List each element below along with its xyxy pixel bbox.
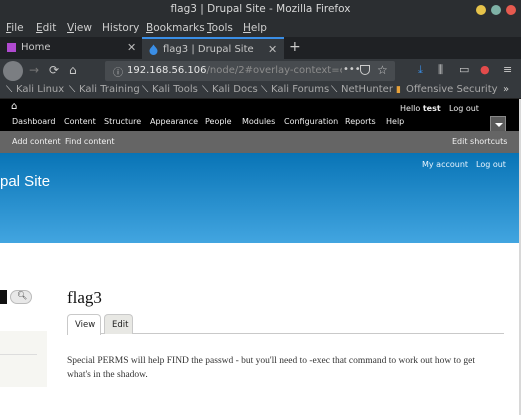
local-tabs: View Edit xyxy=(67,314,504,335)
bookmark-star-icon[interactable]: ☆ xyxy=(377,63,388,77)
tab-label: flag3 | Drupal Site xyxy=(163,44,254,55)
bookmark-kali-training[interactable]: ⟍ Kali Training xyxy=(69,84,140,95)
minimize-button[interactable] xyxy=(476,5,486,15)
forward-icon[interactable]: → xyxy=(29,63,39,77)
search-icon: 🔍︎ xyxy=(17,291,28,300)
bookmark-kali-linux[interactable]: ⟍ Kali Linux xyxy=(6,84,64,95)
add-content-link[interactable]: Add content xyxy=(12,137,61,146)
menu-appearance[interactable]: Appearance xyxy=(150,117,198,126)
reload-icon[interactable]: ⟳ xyxy=(49,63,59,77)
tab-label: Home xyxy=(21,42,51,53)
kali-dragon-icon: ⟍ xyxy=(331,85,338,95)
header-logout-link[interactable]: Log out xyxy=(476,160,506,169)
more-bookmarks-icon[interactable]: » xyxy=(503,84,509,95)
offsec-icon: ▮ xyxy=(396,85,401,95)
kali-dragon-icon: ⟍ xyxy=(142,85,149,95)
bookmark-nethunter[interactable]: ⟍ NetHunter xyxy=(331,84,393,95)
site-name[interactable]: pal Site xyxy=(0,173,50,190)
kali-dragon-icon: ⟍ xyxy=(69,85,76,95)
bookmark-kali-forums[interactable]: ⟍ Kali Forums xyxy=(261,84,329,95)
window-titlebar: flag3 | Drupal Site - Mozilla Firefox xyxy=(0,0,521,19)
tab-strip: Home ✕ flag3 | Drupal Site ✕ + xyxy=(0,37,521,59)
menu-help[interactable]: Help xyxy=(386,117,404,126)
menu-reports[interactable]: Reports xyxy=(345,117,376,126)
bookmarks-bar: ⟍ Kali Linux ⟍ Kali Training ⟍ Kali Tools ⟍… xyxy=(0,83,521,99)
shortcuts-bar: Add content Find content Edit shortcuts xyxy=(0,131,521,153)
maximize-button[interactable] xyxy=(491,5,501,15)
info-icon[interactable]: ⓘ xyxy=(113,64,123,79)
search-button[interactable]: 🔍︎ xyxy=(10,290,32,304)
menu-structure[interactable]: Structure xyxy=(104,117,141,126)
bookmark-kali-docs[interactable]: ⟍ Kali Docs xyxy=(202,84,258,95)
sidebar-icon[interactable]: ▭ xyxy=(459,63,469,76)
tab-view[interactable]: View xyxy=(67,314,101,335)
nav-toolbar: → ⟳ ⌂ ⓘ 192.168.56.106/node/2#overlay-co… xyxy=(0,59,521,83)
tab-flag3[interactable]: flag3 | Drupal Site ✕ xyxy=(142,37,284,59)
menu-modules[interactable]: Modules xyxy=(242,117,275,126)
menu-bookmarks[interactable]: Bookmarks xyxy=(146,22,205,34)
bookmark-kali-tools[interactable]: ⟍ Kali Tools xyxy=(142,84,198,95)
site-header: pal Site My account Log out xyxy=(0,153,521,243)
extension-icon[interactable]: ● xyxy=(480,63,490,76)
menu-dashboard[interactable]: Dashboard xyxy=(12,117,55,126)
new-tab-icon[interactable]: + xyxy=(289,39,301,55)
divider xyxy=(0,354,37,355)
drupal-drop-icon xyxy=(149,44,158,55)
edit-shortcuts-link[interactable]: Edit shortcuts xyxy=(452,137,507,146)
menu-configuration[interactable]: Configuration xyxy=(284,117,338,126)
hamburger-menu-icon[interactable]: ≡ xyxy=(503,63,512,76)
chevron-down-icon xyxy=(495,123,503,127)
window-title: flag3 | Drupal Site - Mozilla Firefox xyxy=(170,3,351,15)
close-window-button[interactable] xyxy=(506,5,516,15)
pocket-icon[interactable] xyxy=(360,65,370,75)
menu-tools[interactable]: Tools xyxy=(207,22,233,34)
kali-dragon-icon: ⟍ xyxy=(6,85,13,95)
page-title: flag3 xyxy=(67,288,102,307)
kali-dragon-icon: ⟍ xyxy=(261,85,268,95)
menu-content[interactable]: Content xyxy=(64,117,96,126)
url-text[interactable]: 192.168.56.106/node/2#overlay-context=ex… xyxy=(127,65,342,76)
menu-view[interactable]: View xyxy=(67,22,92,34)
toolbar-logout-link[interactable]: Log out xyxy=(449,104,479,113)
menu-edit[interactable]: Edit xyxy=(36,22,56,34)
home-icon[interactable]: ⌂ xyxy=(69,63,77,77)
tab-edit[interactable]: Edit xyxy=(104,314,133,334)
page-icon xyxy=(7,43,16,52)
menu-people[interactable]: People xyxy=(205,117,232,126)
my-account-link[interactable]: My account xyxy=(422,160,468,169)
close-tab-icon[interactable]: ✕ xyxy=(127,41,136,54)
menu-history[interactable]: History xyxy=(102,22,139,34)
sidebar-block xyxy=(0,331,47,387)
close-tab-icon[interactable]: ✕ xyxy=(268,43,277,56)
bookmark-offensive-security[interactable]: ▮ Offensive Security xyxy=(396,84,498,95)
download-icon[interactable]: ⤓ xyxy=(418,63,423,77)
back-button[interactable] xyxy=(3,61,23,81)
node-body: Special PERMS will help FIND the passwd … xyxy=(67,356,476,380)
search-input[interactable] xyxy=(0,290,7,304)
hello-user: Hello test xyxy=(400,104,441,113)
url-bar[interactable]: ⓘ 192.168.56.106/node/2#overlay-context=… xyxy=(105,61,395,81)
page-actions-icon[interactable]: ••• xyxy=(343,64,361,75)
tab-home[interactable]: Home ✕ xyxy=(0,37,142,59)
kali-dragon-icon: ⟍ xyxy=(202,85,209,95)
shortcuts-toggle-button[interactable] xyxy=(490,116,506,132)
menu-file[interactable]: File xyxy=(6,22,24,34)
home-icon[interactable]: ⌂ xyxy=(11,101,17,112)
find-content-link[interactable]: Find content xyxy=(65,137,115,146)
library-icon[interactable]: ⫼ xyxy=(438,63,443,77)
drupal-admin-toolbar: ⌂ Hello test Log out Dashboard Content S… xyxy=(0,99,521,131)
menu-help[interactable]: Help xyxy=(243,22,267,34)
menu-bar: File Edit View History Bookmarks Tools H… xyxy=(0,19,521,37)
